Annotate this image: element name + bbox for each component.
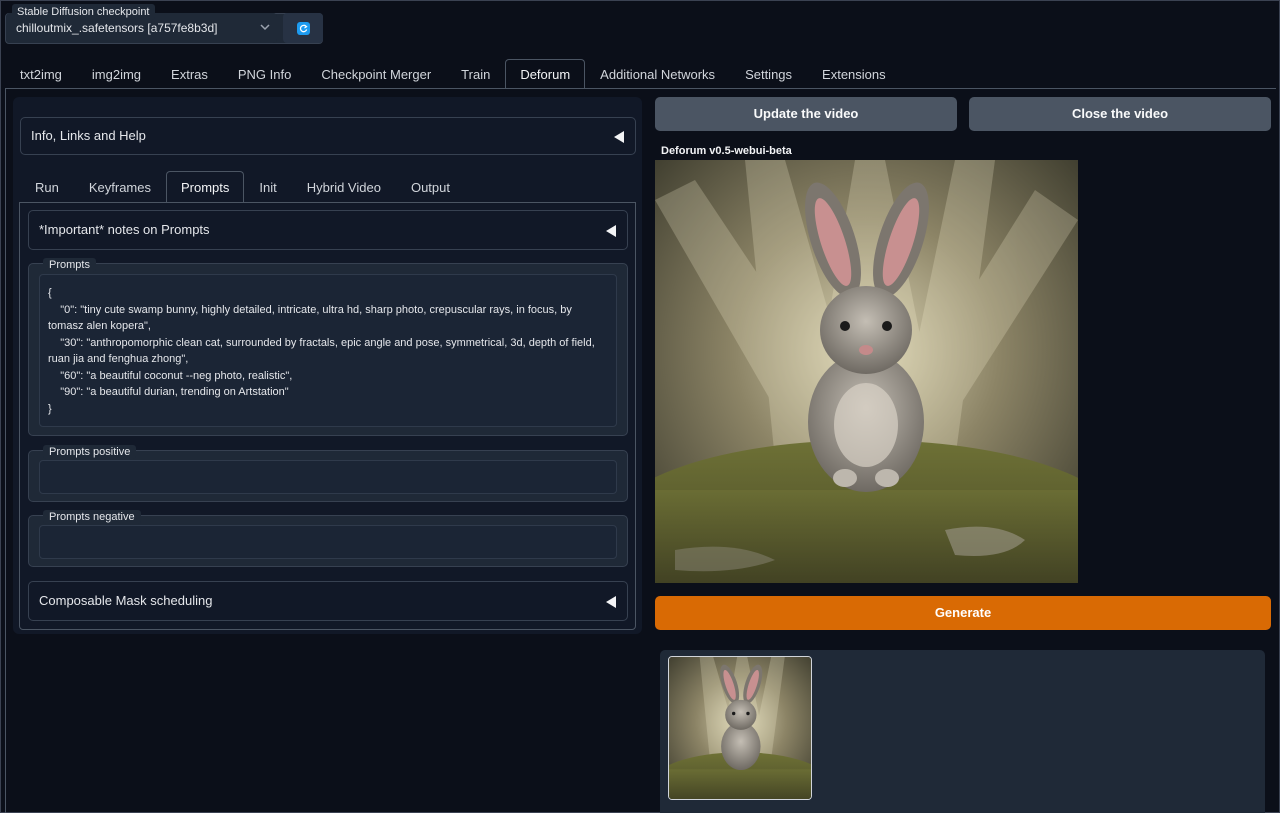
tab-img2img[interactable]: img2img [77,59,156,89]
prompts-negative-textarea[interactable] [39,525,617,559]
refresh-checkpoint-button[interactable] [283,13,323,43]
tab-init[interactable]: Init [244,171,291,203]
tab-prompts[interactable]: Prompts [166,171,245,203]
tab-extensions[interactable]: Extensions [807,59,901,89]
accordion-title: *Important* notes on Prompts [39,222,210,237]
accordion-title: Info, Links and Help [31,128,146,143]
chevron-down-icon [260,24,270,31]
checkpoint-label: Stable Diffusion checkpoint [12,4,155,20]
tab-checkpoint-merger[interactable]: Checkpoint Merger [306,59,446,89]
prompts-negative-label: Prompts negative [43,510,141,524]
tab-train[interactable]: Train [446,59,505,89]
prompts-positive-block: Prompts positive [28,445,628,502]
prompts-label: Prompts [43,258,96,272]
prompts-positive-label: Prompts positive [43,445,137,459]
tab-settings[interactable]: Settings [730,59,807,89]
refresh-icon [296,21,310,35]
info-links-help-accordion[interactable]: Info, Links and Help [20,117,636,155]
tab-run[interactable]: Run [20,171,74,203]
main-tab-bar: txt2img img2img Extras PNG Info Checkpoi… [5,59,901,89]
bunny-thumbnail-image [669,657,811,799]
close-video-button[interactable]: Close the video [969,97,1271,131]
prompts-block: Prompts { "0": "tiny cute swamp bunny, h… [28,258,628,436]
accordion-title: Composable Mask scheduling [39,593,213,608]
collapse-triangle-icon [606,225,616,237]
tab-txt2img[interactable]: txt2img [5,59,77,89]
collapse-triangle-icon [606,596,616,608]
prompts-negative-block: Prompts negative [28,510,628,567]
update-video-button[interactable]: Update the video [655,97,957,131]
deforum-tab-bar: Run Keyframes Prompts Init Hybrid Video … [20,171,465,203]
prompts-textarea[interactable]: { "0": "tiny cute swamp bunny, highly de… [39,274,617,427]
collapse-triangle-icon [614,131,624,143]
tab-keyframes[interactable]: Keyframes [74,171,166,203]
generate-button[interactable]: Generate [655,596,1271,630]
important-notes-accordion[interactable]: *Important* notes on Prompts [28,210,628,250]
tab-png-info[interactable]: PNG Info [223,59,306,89]
bunny-image [655,160,1078,583]
composable-mask-accordion[interactable]: Composable Mask scheduling [28,581,628,621]
tab-output[interactable]: Output [396,171,465,203]
prompts-positive-textarea[interactable] [39,460,617,494]
tab-hybrid-video[interactable]: Hybrid Video [292,171,396,203]
gallery-thumbnail[interactable] [668,656,812,800]
tab-deforum[interactable]: Deforum [505,59,586,89]
video-preview[interactable] [655,160,1078,583]
tab-additional-networks[interactable]: Additional Networks [585,59,730,89]
checkpoint-value: chilloutmix_.safetensors [a757fe8b3d] [16,21,218,35]
video-title: Deforum v0.5-webui-beta [661,145,792,157]
tab-divider [5,88,1276,89]
content-border [5,88,6,813]
tab-extras[interactable]: Extras [156,59,223,89]
